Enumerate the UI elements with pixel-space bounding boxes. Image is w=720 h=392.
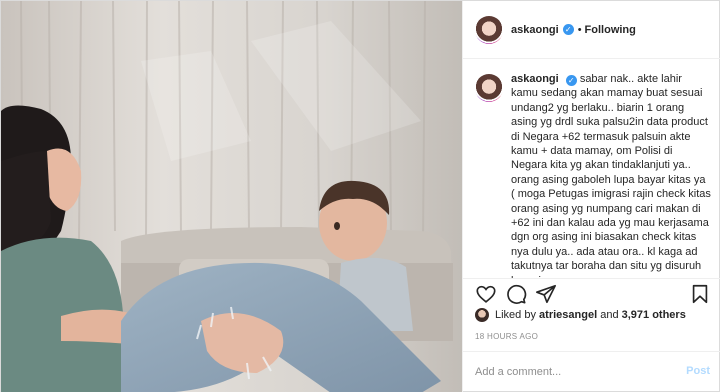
post-header: askaongi ✓ • Following [463, 1, 720, 59]
caption-username[interactable]: askaongi [511, 73, 559, 85]
photo-illustration [1, 1, 462, 392]
liker-username[interactable]: atriesangel [539, 309, 597, 321]
likes-count[interactable]: 3,971 others [622, 309, 686, 321]
likes-and: and [600, 309, 619, 321]
caption-author-avatar[interactable] [475, 74, 503, 102]
header-separator: • [577, 23, 582, 36]
caption-body: sabar nak.. akte lahir kamu sedang akan … [511, 73, 711, 278]
share-icon[interactable] [535, 283, 557, 305]
caption-verified-badge-icon: ✓ [565, 75, 577, 86]
heart-icon[interactable] [475, 283, 497, 305]
verified-badge-icon: ✓ [562, 24, 574, 35]
action-bar [463, 278, 720, 308]
comment-box: Post [463, 351, 720, 392]
bookmark-icon[interactable] [689, 283, 711, 305]
post-photo[interactable] [1, 1, 462, 392]
post-side-panel: askaongi ✓ • Following askaongi ✓ sabar … [462, 1, 720, 392]
caption-text: askaongi ✓ sabar nak.. akte lahir kamu s… [511, 72, 711, 278]
author-username[interactable]: askaongi [511, 24, 559, 36]
instagram-post: askaongi ✓ • Following askaongi ✓ sabar … [0, 0, 720, 392]
likes-summary: Liked by atriesangel and 3,971 others [475, 308, 686, 322]
post-timestamp[interactable]: 18 HOURS AGO [475, 332, 538, 341]
following-button[interactable]: Following [585, 24, 636, 36]
comment-input[interactable] [475, 362, 665, 382]
author-avatar[interactable] [475, 15, 503, 44]
post-comment-button[interactable]: Post [686, 365, 710, 377]
liker-avatar[interactable] [475, 308, 489, 322]
comment-icon[interactable] [505, 283, 527, 305]
likes-prefix: Liked by [495, 309, 536, 321]
caption-area: askaongi ✓ sabar nak.. akte lahir kamu s… [463, 60, 720, 278]
